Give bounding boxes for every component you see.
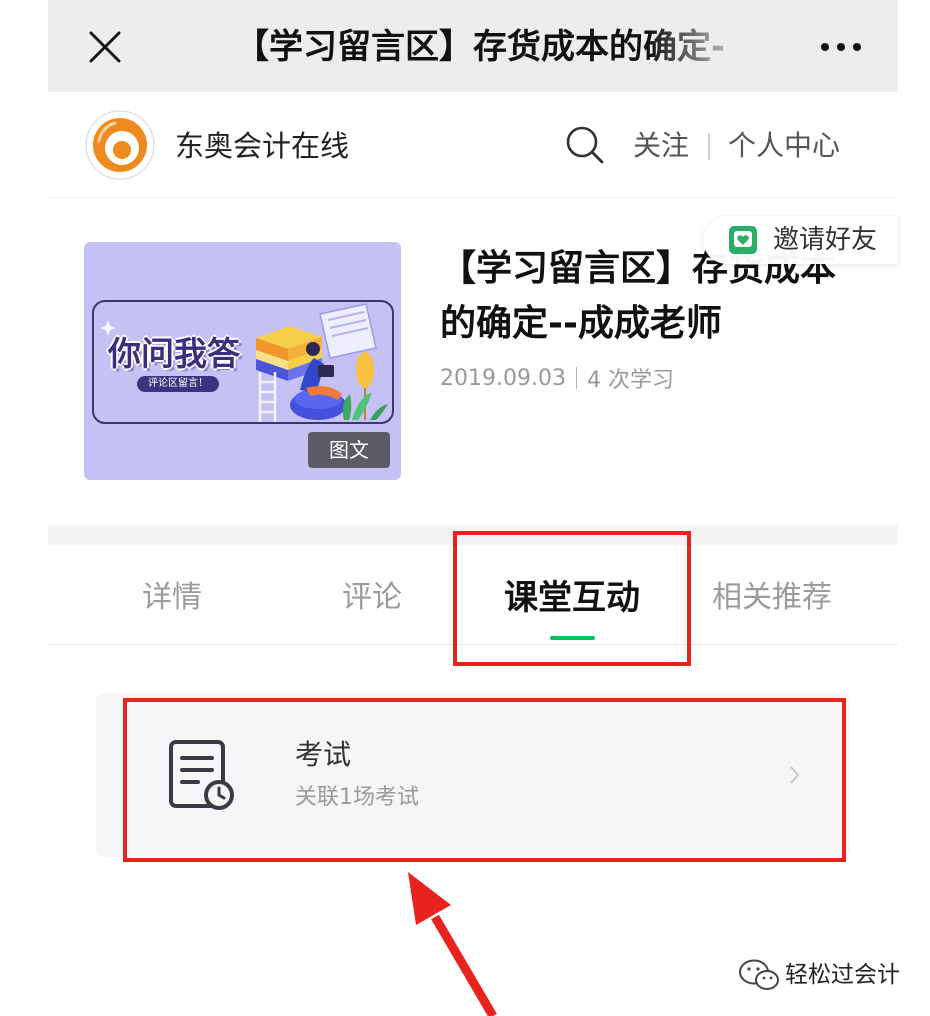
search-button[interactable]	[564, 124, 606, 166]
page-title: 【学习留言区】存货成本的确定-	[235, 27, 726, 67]
paper-sheets-illustration	[319, 303, 377, 359]
more-icon-dot[interactable]	[837, 43, 845, 51]
tab-comments[interactable]: 评论	[272, 545, 472, 643]
tab-label[interactable]: 评论	[342, 572, 402, 616]
follow-button[interactable]: 关注	[633, 126, 689, 166]
course-meta: 2019.09.03 4 次学习	[440, 362, 674, 394]
header-divider	[708, 133, 710, 160]
annotation-highlight-box-tab	[453, 531, 691, 666]
tab-details[interactable]: 详情	[72, 545, 272, 643]
publish-date: 2019.09.03	[440, 365, 566, 391]
dongao-logo-icon[interactable]	[84, 109, 156, 181]
tab-related[interactable]: 相关推荐	[672, 545, 872, 643]
search-icon[interactable]	[564, 124, 606, 166]
course-thumbnail[interactable]: 你问我答 评论区留言！ 图文	[84, 242, 401, 480]
close-button[interactable]	[86, 28, 124, 66]
content-type-badge: 图文	[308, 432, 390, 468]
more-button[interactable]	[818, 36, 864, 58]
study-count: 4 次学习	[586, 368, 674, 393]
meta-divider	[575, 367, 577, 389]
close-icon[interactable]	[86, 28, 124, 66]
annotation-highlight-box-exam	[123, 698, 846, 862]
invite-friends-label[interactable]: 邀请好友	[773, 216, 877, 264]
brand-logo[interactable]	[84, 109, 156, 181]
tab-label[interactable]: 详情	[142, 572, 202, 616]
invite-friends-button[interactable]: 邀请好友	[703, 216, 898, 264]
watermark-text: 轻松过会计	[785, 962, 900, 988]
thumbnail-subline-badge: 评论区留言！	[137, 376, 219, 392]
personal-center-link[interactable]: 个人中心	[728, 126, 840, 166]
more-icon-dot[interactable]	[821, 43, 829, 51]
invite-heart-icon[interactable]	[729, 226, 757, 254]
thumbnail-headline: 你问我答	[108, 334, 240, 373]
ladder-illustration	[258, 372, 277, 422]
wechat-icon	[739, 959, 779, 990]
brand-name[interactable]: 东奥会计在线	[175, 126, 349, 166]
tab-label[interactable]: 相关推荐	[712, 572, 832, 616]
more-icon-dot[interactable]	[853, 43, 861, 51]
